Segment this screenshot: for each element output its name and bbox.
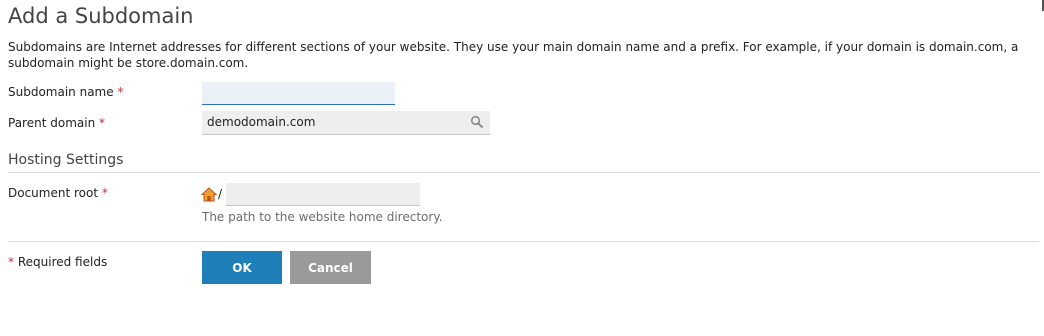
page-title: Add a Subdomain [8, 4, 194, 28]
path-separator: / [218, 187, 223, 201]
search-icon[interactable] [470, 115, 484, 129]
footer-divider [8, 241, 1039, 242]
required-fields-note: * Required fields [8, 255, 107, 269]
document-root-input[interactable] [226, 183, 420, 206]
subdomain-name-label: Subdomain name * [8, 85, 123, 99]
required-fields-text: Required fields [17, 255, 108, 269]
ok-button[interactable]: OK [202, 251, 282, 284]
parent-domain-select[interactable]: demodomain.com [202, 111, 490, 135]
subdomain-name-label-text: Subdomain name [8, 85, 114, 99]
home-icon [201, 187, 217, 202]
page-description: Subdomains are Internet addresses for di… [8, 40, 1019, 70]
document-root-label-text: Document root [8, 186, 99, 200]
cancel-button[interactable]: Cancel [290, 251, 371, 284]
parent-domain-value: demodomain.com [207, 115, 316, 129]
required-marker: * [117, 85, 124, 99]
required-marker: * [101, 186, 108, 200]
parent-domain-label: Parent domain * [8, 116, 105, 130]
parent-domain-label-text: Parent domain [8, 116, 96, 130]
document-root-hint: The path to the website home directory. [202, 210, 443, 224]
hosting-settings-title: Hosting Settings [8, 152, 124, 168]
subdomain-name-input[interactable] [202, 82, 395, 105]
required-marker: * [8, 255, 14, 269]
section-divider [8, 172, 1039, 173]
document-root-label: Document root * [8, 186, 108, 200]
required-marker: * [99, 116, 105, 130]
